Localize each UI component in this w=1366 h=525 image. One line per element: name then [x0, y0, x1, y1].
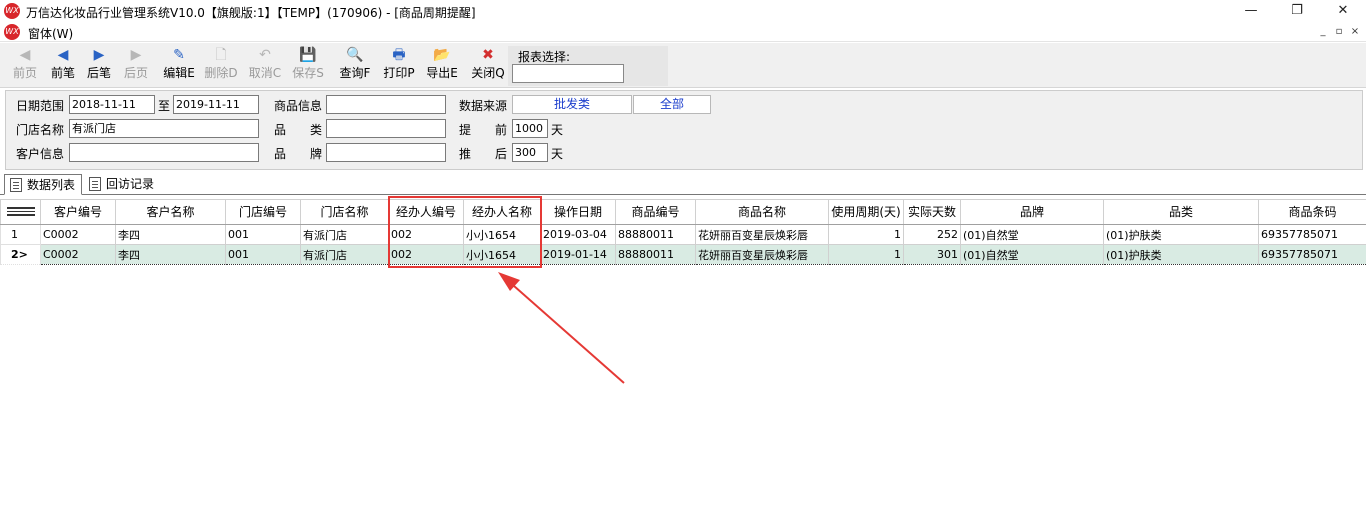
annotation-arrow — [498, 272, 625, 384]
annotation-arrow-line — [504, 277, 625, 384]
